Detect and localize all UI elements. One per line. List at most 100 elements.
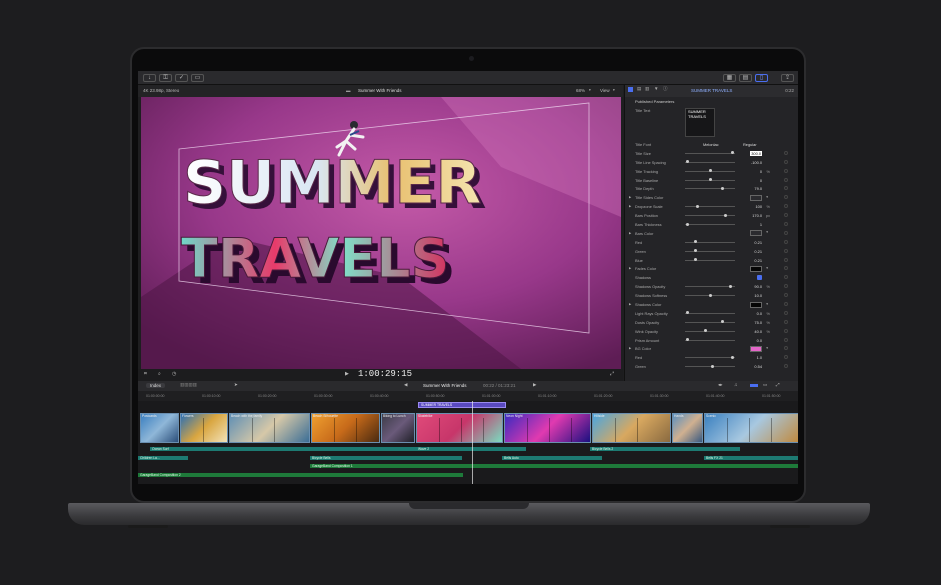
param-slider[interactable]	[685, 338, 735, 342]
keyframe-icon[interactable]	[784, 204, 788, 209]
param-slider[interactable]	[685, 186, 735, 190]
audio-clip[interactable]: Children La...	[138, 456, 188, 460]
browser-layout-icon[interactable]: ▦	[723, 74, 736, 82]
video-clip[interactable]: Beach Silhouette	[311, 413, 380, 443]
keyframe-icon[interactable]	[784, 222, 788, 227]
param-slider[interactable]	[685, 311, 735, 315]
audio-clip[interactable]: Ocean Surf	[150, 447, 440, 451]
param-slider[interactable]	[685, 284, 735, 288]
param-value[interactable]: 0.21	[754, 249, 762, 254]
select-tool-icon[interactable]: ➤	[234, 382, 238, 388]
keyframe-icon[interactable]	[784, 337, 788, 342]
param-value[interactable]: 0	[760, 178, 762, 183]
snapping-icon[interactable]	[750, 384, 758, 387]
audio-clip[interactable]: Wave 2	[416, 447, 526, 451]
param-slider[interactable]	[685, 178, 735, 182]
param-value[interactable]: 300.0	[750, 150, 762, 156]
video-clip[interactable]: Beach with the family	[229, 413, 310, 443]
timecode-display[interactable]: 1:00:29:15	[358, 369, 412, 379]
video-clip[interactable]: Postcards	[140, 413, 179, 443]
param-value[interactable]: 1.0	[757, 355, 762, 360]
disclosure-triangle-icon[interactable]: ▶	[629, 346, 631, 350]
audio-clip[interactable]: Bells FX 21	[704, 456, 798, 460]
disclosure-triangle-icon[interactable]: ▶	[629, 204, 631, 208]
keyframe-icon[interactable]	[784, 239, 788, 244]
font-style-select[interactable]: Regular	[743, 142, 757, 147]
param-value[interactable]: 90.0	[754, 284, 762, 289]
param-value[interactable]: 1	[760, 222, 762, 227]
keyframe-icon[interactable]	[784, 355, 788, 360]
chevron-down-icon[interactable]: ▾	[766, 195, 768, 199]
forward-arrow-icon[interactable]: ▶	[533, 382, 536, 388]
audio-clip[interactable]: GarageBand Composition 1	[310, 464, 798, 468]
import-icon[interactable]: ↓	[143, 74, 156, 82]
index-button[interactable]: Index	[146, 383, 166, 388]
keyframe-icon[interactable]	[784, 230, 788, 235]
param-slider[interactable]	[685, 213, 735, 217]
audio-clip[interactable]: Bicycle Bells 2	[590, 447, 740, 451]
keyframe-icon[interactable]	[784, 364, 788, 369]
keyframe-icon[interactable]	[784, 195, 788, 200]
color-well[interactable]	[750, 230, 762, 237]
param-value[interactable]: -100.0	[751, 160, 762, 165]
chevron-down-icon[interactable]: ▾	[766, 302, 768, 306]
filter-icon[interactable]: ▼	[654, 86, 658, 91]
disclosure-triangle-icon[interactable]: ▶	[629, 195, 631, 199]
video-clip[interactable]: Hands	[672, 413, 703, 443]
keyframe-icon[interactable]	[784, 328, 788, 333]
video-clip[interactable]: Flowers	[180, 413, 228, 443]
param-value[interactable]: 79.0	[754, 186, 762, 191]
param-slider[interactable]	[685, 240, 735, 244]
param-slider[interactable]	[685, 364, 735, 368]
param-value[interactable]: 100	[756, 204, 763, 209]
view-menu[interactable]: View	[600, 88, 610, 93]
param-slider[interactable]	[685, 222, 735, 226]
param-value[interactable]: 0.0	[757, 311, 762, 316]
video-clip[interactable]: Biking to Lunch	[381, 413, 415, 443]
param-value[interactable]: 10.0	[754, 293, 762, 298]
param-slider[interactable]	[685, 169, 735, 173]
disclosure-triangle-icon[interactable]: ▶	[629, 231, 631, 235]
crop-icon[interactable]: ⌕	[158, 371, 161, 377]
param-value[interactable]: 0.0	[757, 338, 762, 343]
param-slider[interactable]	[685, 355, 735, 359]
video-clip[interactable]: Hillside	[592, 413, 671, 443]
transform-icon[interactable]: ⌗	[144, 371, 147, 377]
keyframe-icon[interactable]	[784, 319, 788, 324]
viewer-canvas[interactable]: SUMMER SUMMER TRAVELS TRAVELS	[141, 97, 621, 369]
param-value[interactable]: 0.21	[754, 240, 762, 245]
title-clip[interactable]: SUMMER TRAVELS	[418, 402, 506, 408]
keyframe-icon[interactable]	[784, 248, 788, 253]
chevron-down-icon[interactable]: ▾	[766, 266, 768, 270]
param-value[interactable]: 75.0	[754, 320, 762, 325]
info-icon[interactable]: ⓘ	[663, 86, 668, 92]
keyframe-icon[interactable]	[784, 159, 788, 164]
param-slider[interactable]	[685, 151, 735, 155]
shadows-checkbox[interactable]	[757, 275, 762, 281]
info-inspector-icon[interactable]: ▥	[645, 86, 649, 92]
timeline-ruler[interactable]: 01:00:00:00 01:00:10:00 01:00:20:00 01:00:3…	[138, 391, 798, 401]
inspector-layout-icon[interactable]: ▯	[755, 74, 768, 82]
headphones-icon[interactable]: ♫	[734, 382, 737, 387]
share-media-icon[interactable]: ▭	[191, 74, 204, 82]
keyword-icon[interactable]: ⚿	[159, 74, 172, 82]
keyframe-icon[interactable]	[784, 275, 788, 280]
keyframe-icon[interactable]	[784, 177, 788, 182]
param-slider[interactable]	[685, 293, 735, 297]
keyframe-icon[interactable]	[784, 284, 788, 289]
audio-clip[interactable]: GarageBand Composition 2	[138, 473, 463, 477]
keyframe-icon[interactable]	[784, 150, 788, 155]
color-well[interactable]	[750, 301, 762, 308]
keyframe-icon[interactable]	[784, 213, 788, 218]
font-family-select[interactable]: Melonlac	[703, 142, 719, 147]
chevron-down-icon[interactable]: ▾	[766, 346, 768, 350]
keyframe-icon[interactable]	[784, 302, 788, 307]
audio-clip[interactable]: Bicycle Bells	[310, 456, 462, 460]
param-slider[interactable]	[685, 160, 735, 164]
param-slider[interactable]	[685, 249, 735, 253]
speed-icon[interactable]: ◷	[172, 371, 176, 377]
keyframe-icon[interactable]	[784, 346, 788, 351]
param-value[interactable]: 170.0	[752, 213, 762, 218]
disclosure-triangle-icon[interactable]: ▶	[629, 266, 631, 270]
param-slider[interactable]	[685, 258, 735, 262]
